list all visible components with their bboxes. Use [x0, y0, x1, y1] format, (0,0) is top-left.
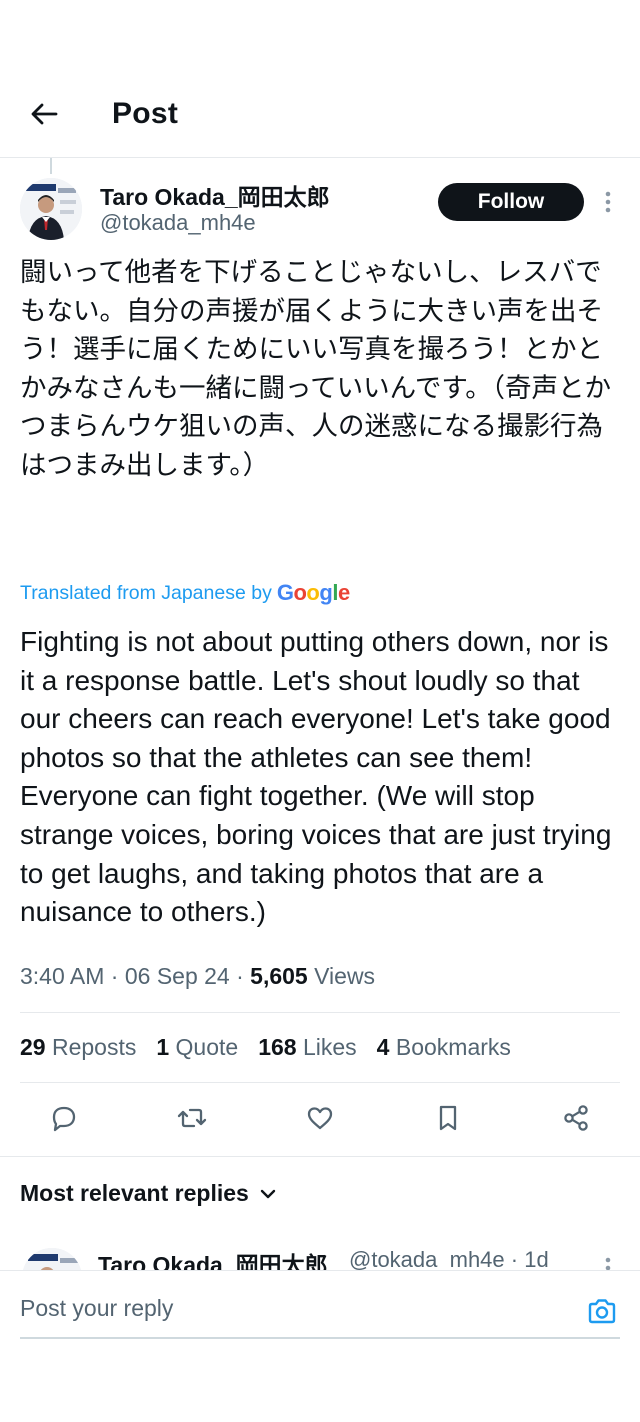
reply-avatar[interactable]: [22, 1248, 82, 1270]
more-options-icon[interactable]: [596, 1250, 620, 1270]
divider: [20, 1012, 620, 1013]
likes-stat[interactable]: 168 Likes: [258, 1034, 356, 1066]
input-underline: [20, 1337, 620, 1339]
reply-composer: Post your reply: [0, 1270, 640, 1422]
follow-button[interactable]: Follow: [438, 183, 584, 221]
engagement-stats: 29 Reposts 1 Quote 168 Likes 4 Bookmarks: [20, 1034, 511, 1066]
author-avatar[interactable]: [20, 178, 82, 240]
top-bar: Post: [0, 70, 640, 158]
divider: [20, 1082, 620, 1083]
author-handle[interactable]: @tokada_mh4e: [100, 210, 256, 236]
reply-sort-label: Most relevant replies: [20, 1180, 249, 1206]
post-date[interactable]: 06 Sep 24: [125, 963, 230, 989]
post-text-translated: Fighting is not about putting others dow…: [20, 626, 612, 928]
author-name[interactable]: Taro Okada_岡田太郎: [100, 178, 330, 212]
back-arrow-icon[interactable]: [28, 98, 60, 130]
like-icon[interactable]: [304, 1102, 336, 1134]
bookmarks-stat[interactable]: 4 Bookmarks: [377, 1034, 511, 1066]
reply-icon[interactable]: [48, 1102, 80, 1134]
bookmark-icon[interactable]: [432, 1102, 464, 1134]
reply-item[interactable]: Taro Okada_岡田太郎 @tokada_mh4e · 1d: [0, 1238, 640, 1270]
translation-attribution[interactable]: Translated from Japanese by Google: [20, 580, 350, 606]
views-label: Views: [314, 963, 376, 989]
post-meta: 3:40 AM · 06 Sep 24 · 5,605 Views: [20, 963, 376, 989]
google-logo: Google: [276, 580, 350, 605]
thread-connector: [50, 158, 52, 174]
reply-handle-time: @tokada_mh4e · 1d: [349, 1247, 549, 1270]
post-text-original: 闘いって他者を下げることじゃないし、レスバでもない。自分の声援が届くように大きい…: [20, 257, 611, 481]
reply-input[interactable]: Post your reply: [20, 1295, 173, 1322]
views-count: 5,605: [250, 963, 308, 989]
chevron-down-icon: [260, 1189, 276, 1198]
section-divider: [0, 1156, 640, 1157]
post-time[interactable]: 3:40 AM: [20, 963, 104, 989]
quotes-stat[interactable]: 1 Quote: [156, 1034, 238, 1066]
camera-icon[interactable]: [586, 1295, 618, 1327]
translated-label: Translated from Japanese by: [20, 581, 272, 604]
page-title: Post: [112, 97, 179, 130]
post-author: Taro Okada_岡田太郎 @tokada_mh4e Follow: [0, 176, 640, 240]
more-options-icon[interactable]: [596, 188, 620, 216]
share-icon[interactable]: [560, 1102, 592, 1134]
reply-author-name[interactable]: Taro Okada_岡田太郎: [98, 1246, 328, 1270]
repost-icon[interactable]: [176, 1102, 208, 1134]
reposts-stat[interactable]: 29 Reposts: [20, 1034, 136, 1066]
action-bar: [0, 1096, 640, 1144]
reply-sort-dropdown[interactable]: Most relevant replies: [20, 1180, 277, 1207]
